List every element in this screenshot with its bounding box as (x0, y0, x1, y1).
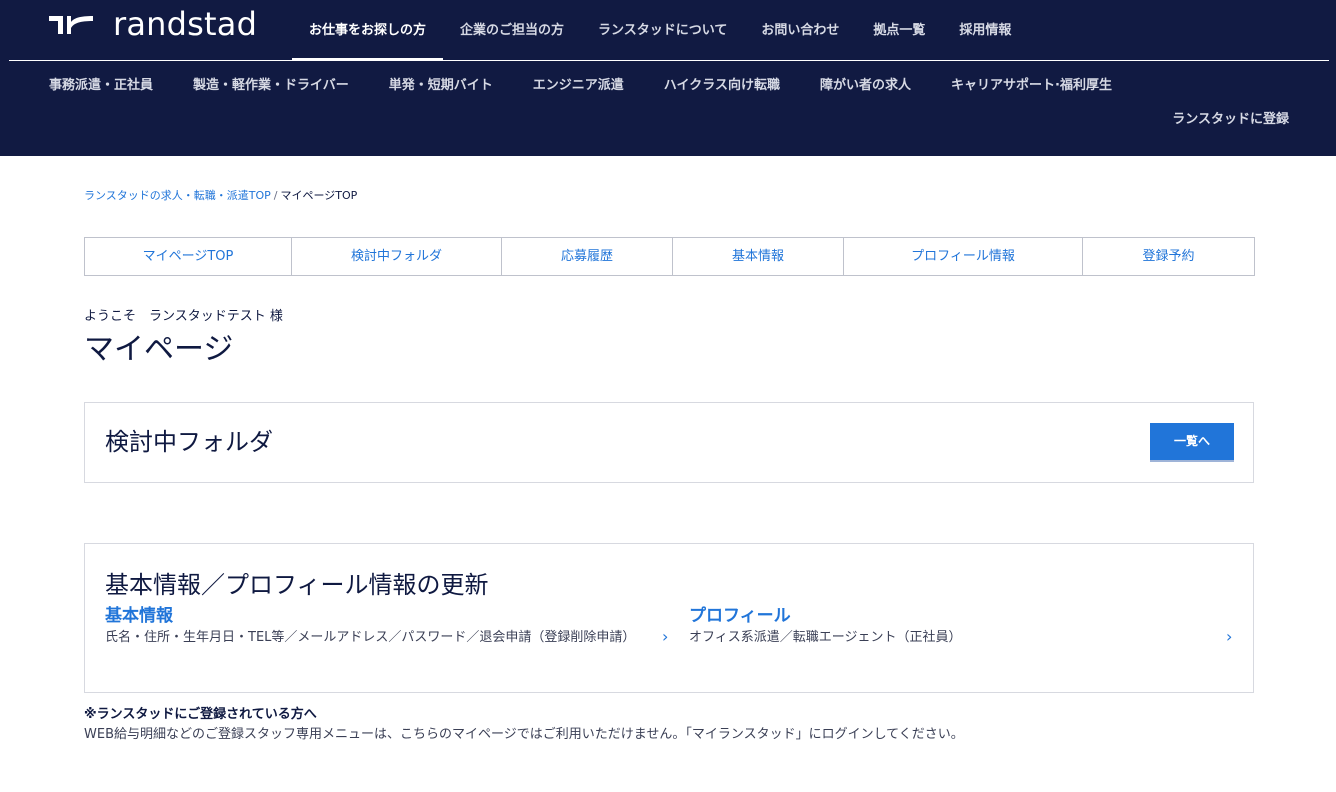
registered-staff-note-title: ※ランスタッドにご登録されている方へ (84, 707, 317, 722)
tab-mypage-top[interactable]: マイページTOP (85, 238, 292, 275)
main-nav-locations[interactable]: 拠点一覧 (856, 0, 942, 60)
sub-nav-engineer[interactable]: エンジニア派遣 (533, 76, 624, 98)
info-update-title: 基本情報／プロフィール情報の更新 (105, 571, 489, 599)
registered-staff-note-text: WEB給与明細などのご登録スタッフ専用メニューは、こちらのマイページではご利用い… (84, 727, 964, 742)
welcome-message: ようこそ ランスタッドテスト 様 (84, 309, 283, 324)
chevron-right-icon: › (662, 627, 669, 646)
tab-application-history[interactable]: 応募履歴 (502, 238, 673, 275)
site-header: randstad お仕事をお探しの方 企業のご担当の方 ランスタッドについて お… (0, 0, 1336, 156)
breadcrumb-home-link[interactable]: ランスタッドの求人・転職・派遣TOP (84, 189, 271, 202)
basic-info-link[interactable]: 基本情報 氏名・住所・生年月日・TEL等／メールアドレス／パスワード／退会申請（… (105, 604, 685, 648)
logo-wordmark: randstad (113, 5, 258, 43)
profile-info-description: オフィス系派遣／転職エージェント（正社員） (689, 630, 962, 645)
folder-card-title: 検討中フォルダ (105, 428, 273, 456)
folder-list-button[interactable]: 一覧へ (1150, 423, 1234, 460)
main-nav-careers[interactable]: 採用情報 (942, 0, 1028, 60)
main-nav-companies[interactable]: 企業のご担当の方 (443, 0, 581, 60)
sub-nav-disability[interactable]: 障がい者の求人 (820, 76, 911, 98)
main-nav-contact[interactable]: お問い合わせ (744, 0, 856, 60)
main-nav-about[interactable]: ランスタッドについて (581, 0, 744, 60)
folder-card: 検討中フォルダ 一覧へ (84, 402, 1254, 483)
breadcrumb: ランスタッドの求人・転職・派遣TOP / マイページTOP (84, 188, 357, 204)
basic-info-description: 氏名・住所・生年月日・TEL等／メールアドレス／パスワード／退会申請（登録削除申… (105, 630, 636, 645)
randstad-logo[interactable]: randstad (49, 4, 257, 44)
profile-info-link[interactable]: プロフィール オフィス系派遣／転職エージェント（正社員） › (689, 604, 1234, 648)
basic-info-title: 基本情報 (105, 606, 173, 626)
page-title: マイページ (84, 332, 234, 367)
randstad-logo-icon (49, 16, 93, 34)
info-update-card: 基本情報／プロフィール情報の更新 基本情報 氏名・住所・生年月日・TEL等／メー… (84, 543, 1254, 693)
sub-nav-high-class[interactable]: ハイクラス向け転職 (664, 76, 780, 98)
header-divider (9, 60, 1329, 61)
breadcrumb-separator: / (273, 189, 278, 202)
main-nav: お仕事をお探しの方 企業のご担当の方 ランスタッドについて お問い合わせ 拠点一… (292, 0, 1028, 60)
tab-basic-info[interactable]: 基本情報 (673, 238, 844, 275)
register-link[interactable]: ランスタッドに登録 (1172, 110, 1289, 130)
sub-nav: 事務派遣・正社員 製造・軽作業・ドライバー 単発・短期バイト エンジニア派遣 ハ… (49, 76, 1152, 98)
profile-info-title: プロフィール (689, 606, 791, 626)
sub-nav-manufacturing[interactable]: 製造・軽作業・ドライバー (193, 76, 349, 98)
tab-profile-info[interactable]: プロフィール情報 (844, 238, 1083, 275)
sub-nav-office-dispatch[interactable]: 事務派遣・正社員 (49, 76, 153, 98)
sub-nav-career-support[interactable]: キャリアサポート·福利厚生 (951, 76, 1112, 98)
sub-nav-short-term[interactable]: 単発・短期バイト (389, 76, 493, 98)
mypage-tabs: マイページTOP 検討中フォルダ 応募履歴 基本情報 プロフィール情報 登録予約 (84, 237, 1255, 276)
chevron-right-icon: › (1226, 627, 1233, 646)
breadcrumb-current: マイページTOP (280, 189, 358, 202)
tab-registration-booking[interactable]: 登録予約 (1083, 238, 1254, 275)
tab-folder[interactable]: 検討中フォルダ (292, 238, 502, 275)
main-nav-job-seekers[interactable]: お仕事をお探しの方 (292, 0, 444, 60)
